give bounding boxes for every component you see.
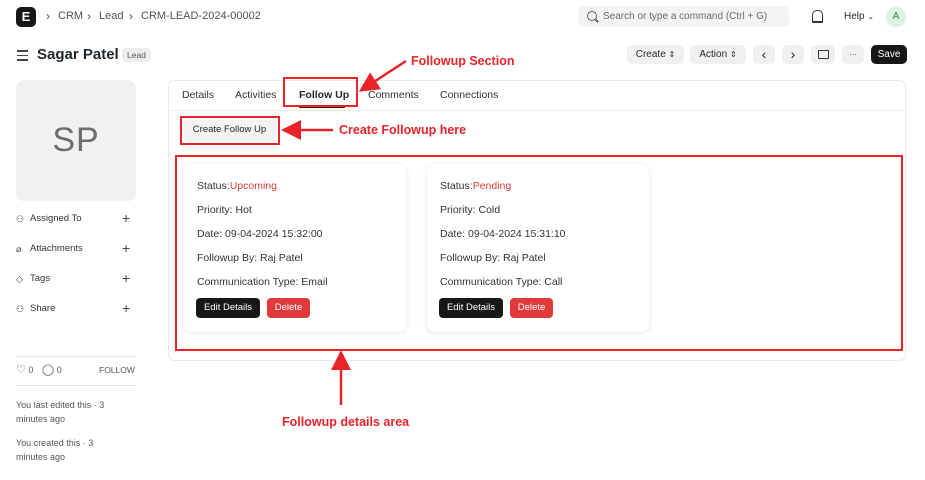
annotation-create-followup: Create Followup here <box>339 123 467 137</box>
annotation-arrows <box>281 59 407 405</box>
arrow-to-follow-up-tab <box>358 59 407 92</box>
annotation-followup-section: Followup Section <box>411 54 515 68</box>
annotation-followup-details-area: Followup details area <box>282 415 410 429</box>
